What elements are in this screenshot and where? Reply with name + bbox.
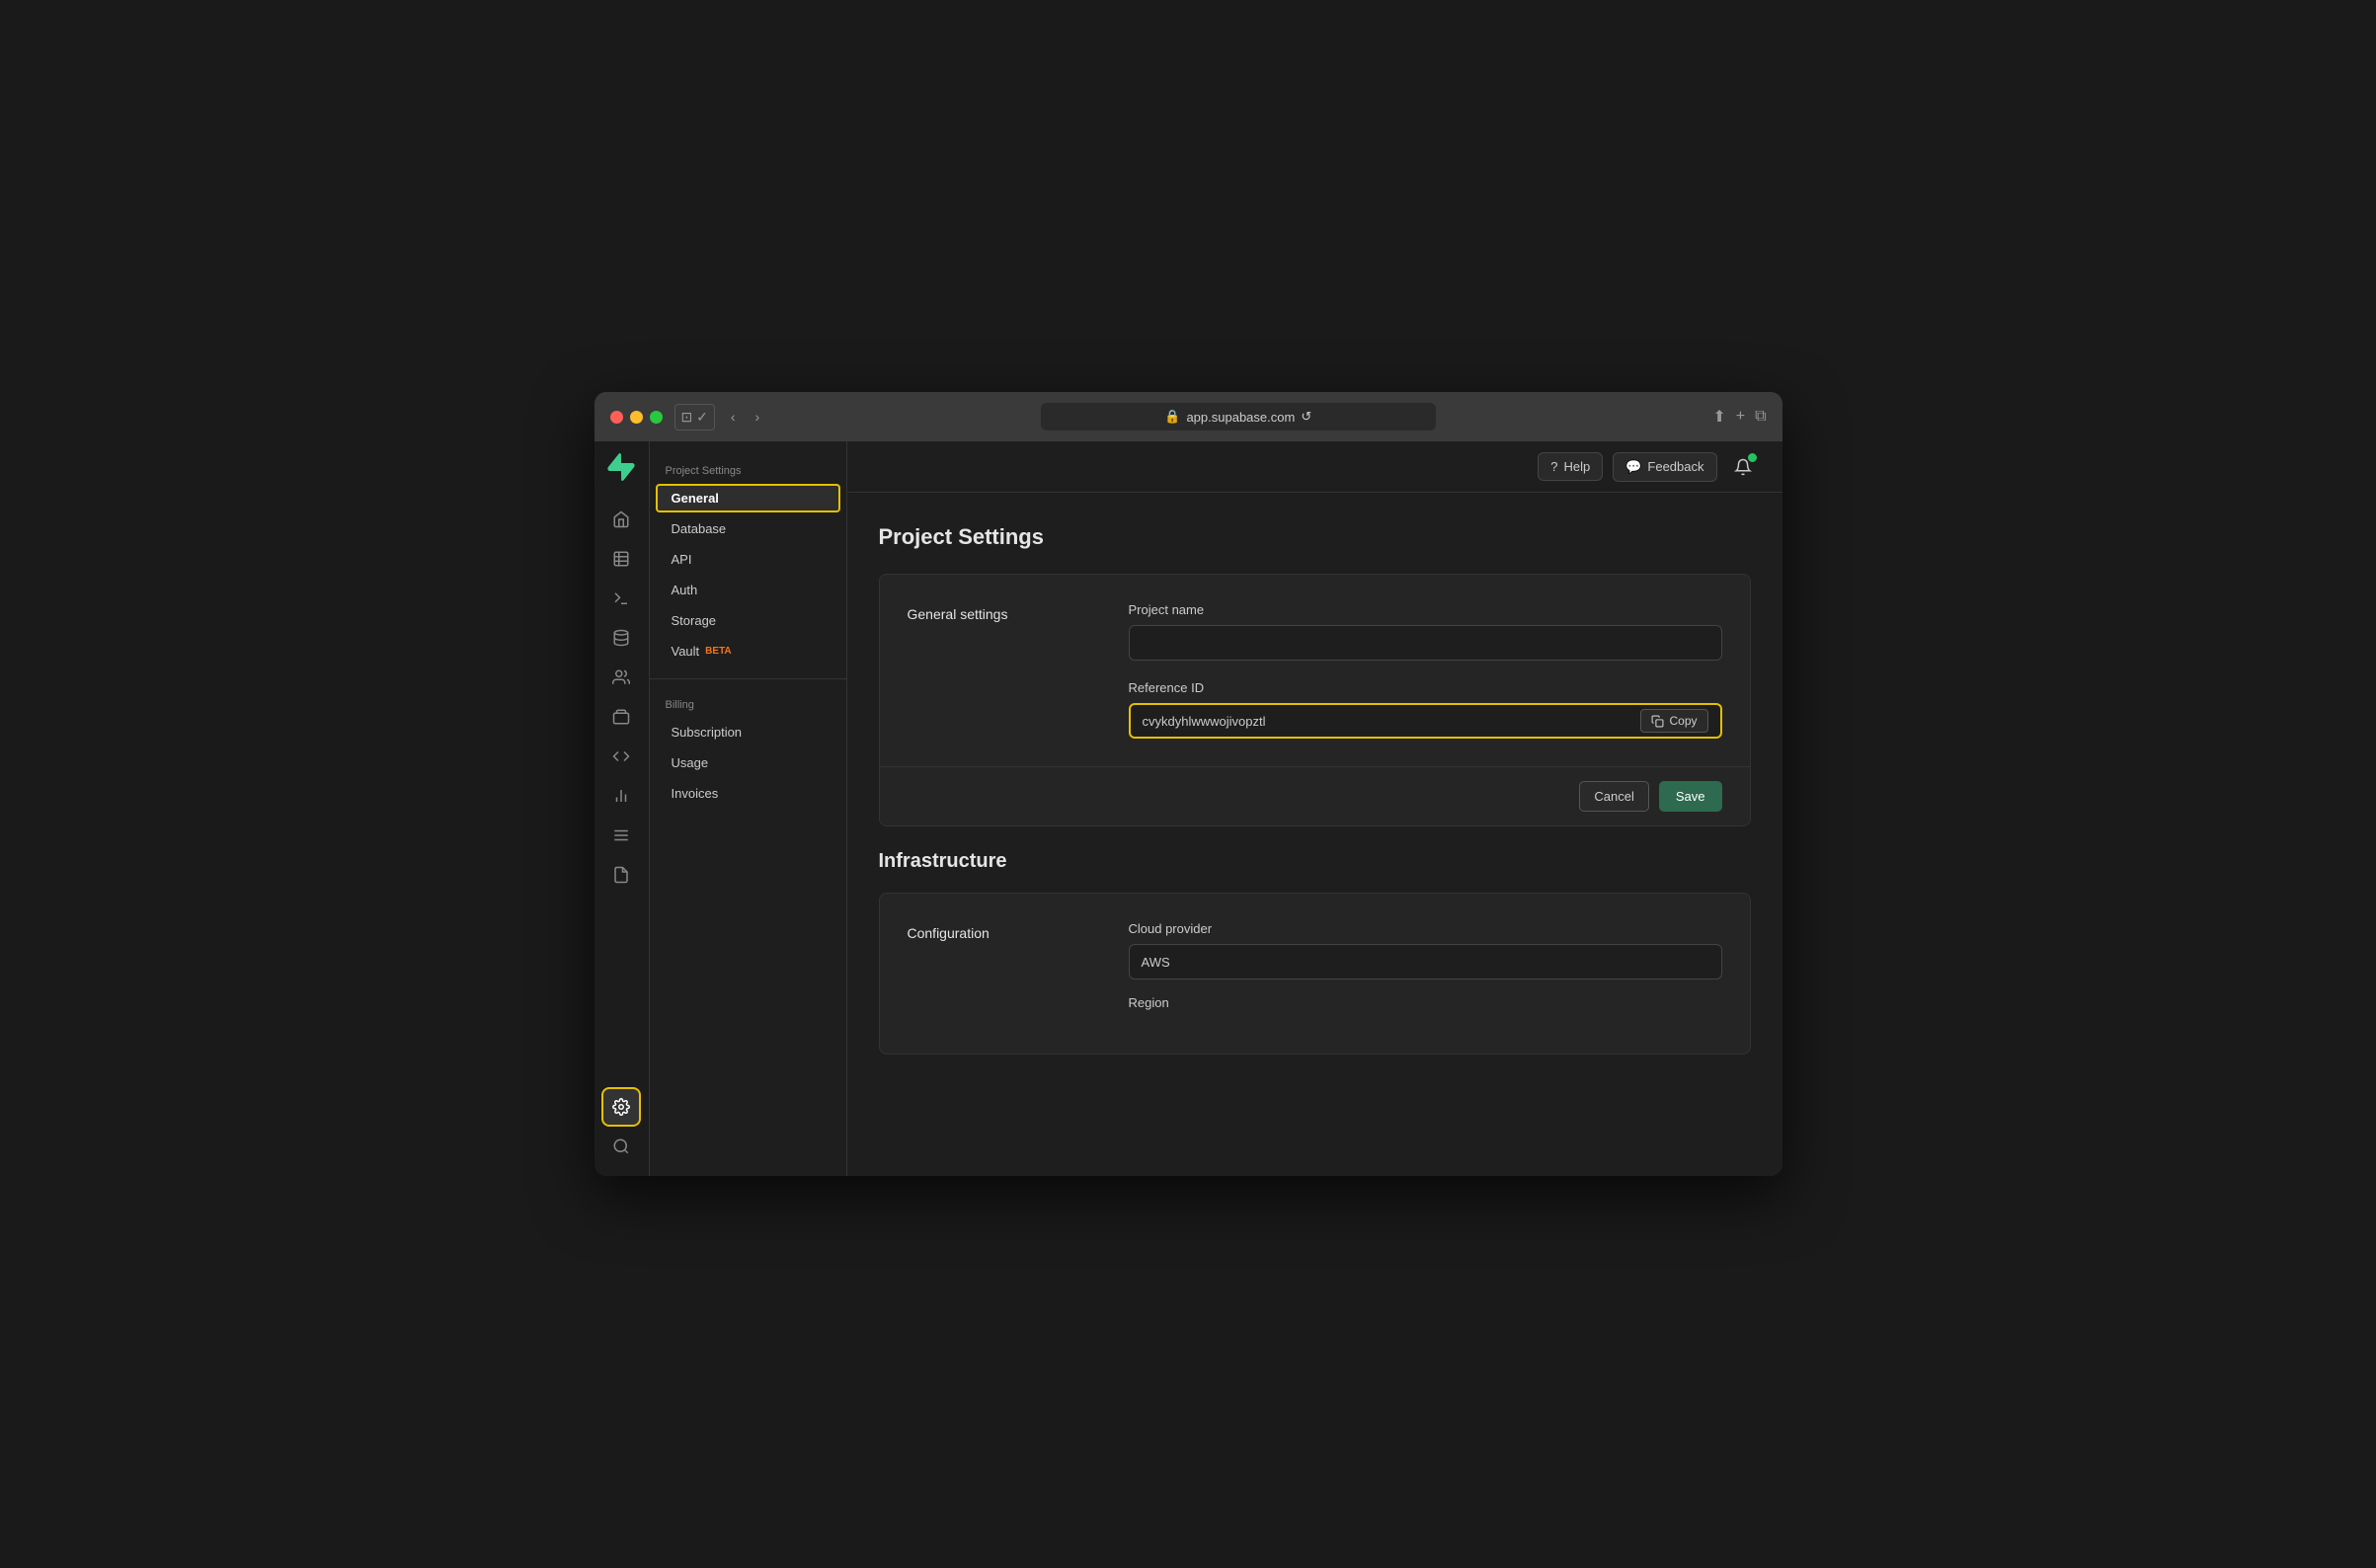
sidebar-toggle-button[interactable]: ⊡ ✓ bbox=[674, 404, 715, 431]
project-name-field-group: Project name bbox=[1129, 602, 1722, 661]
sidebar-item-storage[interactable] bbox=[603, 699, 639, 735]
general-settings-label: General settings bbox=[908, 602, 1105, 739]
sidebar-item-table-editor[interactable] bbox=[603, 541, 639, 577]
billing-section-title: Billing bbox=[650, 691, 846, 717]
minimize-button[interactable] bbox=[630, 411, 643, 424]
supabase-logo[interactable] bbox=[607, 453, 635, 486]
configuration-label: Configuration bbox=[908, 921, 1105, 1026]
sidebar-item-auth[interactable] bbox=[603, 660, 639, 695]
reference-id-container: cvykdyhlwwwojivopztl Copy bbox=[1129, 703, 1722, 739]
nav-item-invoices[interactable]: Invoices bbox=[656, 779, 840, 808]
sidebar-item-database[interactable] bbox=[603, 620, 639, 656]
save-button[interactable]: Save bbox=[1659, 781, 1722, 812]
main-content: ? Help 💬 Feedback Project Settings bbox=[847, 441, 1782, 1176]
refresh-icon[interactable]: ↺ bbox=[1301, 409, 1311, 425]
sidebar-item-edge-functions[interactable] bbox=[603, 739, 639, 774]
nav-item-storage[interactable]: Storage bbox=[656, 606, 840, 635]
browser-actions: ⬆ + ⧉ bbox=[1712, 407, 1766, 427]
region-field: Region bbox=[1129, 995, 1722, 1010]
nav-item-auth[interactable]: Auth bbox=[656, 576, 840, 604]
nav-item-subscription[interactable]: Subscription bbox=[656, 718, 840, 746]
general-settings-fields: Project name Reference ID cvykdyhlwwwoji… bbox=[1129, 602, 1722, 739]
nav-item-general[interactable]: General bbox=[656, 484, 840, 512]
vault-beta-badge: BETA bbox=[705, 646, 731, 657]
close-button[interactable] bbox=[610, 411, 623, 424]
nav-item-usage[interactable]: Usage bbox=[656, 748, 840, 777]
page-title: Project Settings bbox=[879, 524, 1751, 550]
sidebar-item-sql[interactable] bbox=[603, 857, 639, 893]
notification-button[interactable] bbox=[1727, 451, 1759, 483]
project-name-label: Project name bbox=[1129, 602, 1722, 617]
address-bar[interactable]: 🔒 app.supabase.com ↺ bbox=[1041, 403, 1436, 431]
nav-item-api[interactable]: API bbox=[656, 545, 840, 574]
help-button[interactable]: ? Help bbox=[1538, 452, 1603, 481]
lock-icon: 🔒 bbox=[1164, 409, 1180, 425]
copy-reference-id-button[interactable]: Copy bbox=[1640, 709, 1707, 733]
reference-id-label: Reference ID bbox=[1129, 680, 1722, 695]
back-button[interactable]: ‹ bbox=[727, 405, 740, 429]
nav-divider bbox=[650, 678, 846, 679]
project-name-input[interactable] bbox=[1129, 625, 1722, 661]
sidebar-item-logs[interactable] bbox=[603, 818, 639, 853]
cloud-provider-label: Cloud provider bbox=[1129, 921, 1722, 936]
url-text: app.supabase.com bbox=[1186, 410, 1295, 425]
chat-icon: 💬 bbox=[1625, 459, 1641, 475]
maximize-button[interactable] bbox=[650, 411, 663, 424]
left-nav: Project Settings General Database API Au… bbox=[650, 441, 847, 1176]
reference-id-field-group: Reference ID cvykdyhlwwwojivopztl Copy bbox=[1129, 680, 1722, 739]
content-area: Project Settings General settings Projec… bbox=[847, 493, 1782, 1176]
general-settings-card: General settings Project name Reference … bbox=[879, 574, 1751, 826]
icon-sidebar bbox=[594, 441, 650, 1176]
reference-id-value: cvykdyhlwwwojivopztl bbox=[1143, 714, 1266, 729]
sidebar-item-settings[interactable] bbox=[603, 1089, 639, 1125]
infrastructure-title: Infrastructure bbox=[879, 850, 1751, 873]
copy-icon bbox=[1651, 715, 1664, 728]
new-tab-button[interactable]: + bbox=[1736, 408, 1745, 426]
general-settings-card-footer: Cancel Save bbox=[880, 766, 1750, 825]
cloud-provider-field: Cloud provider AWS bbox=[1129, 921, 1722, 980]
nav-item-database[interactable]: Database bbox=[656, 514, 840, 543]
feedback-button[interactable]: 💬 Feedback bbox=[1613, 452, 1716, 482]
cloud-provider-value: AWS bbox=[1129, 944, 1722, 980]
infrastructure-fields: Cloud provider AWS Region bbox=[1129, 921, 1722, 1026]
region-label: Region bbox=[1129, 995, 1722, 1010]
forward-button[interactable]: › bbox=[752, 405, 764, 429]
sidebar-item-reports[interactable] bbox=[603, 778, 639, 814]
sidebar-item-search[interactable] bbox=[603, 1129, 639, 1164]
share-button[interactable]: ⬆ bbox=[1712, 407, 1725, 427]
browser-chrome: ⊡ ✓ ‹ › 🔒 app.supabase.com ↺ ⬆ + ⧉ bbox=[594, 392, 1782, 441]
sidebar-item-home[interactable] bbox=[603, 502, 639, 537]
notification-dot bbox=[1748, 453, 1757, 462]
nav-item-vault[interactable]: Vault BETA bbox=[656, 637, 840, 666]
cancel-button[interactable]: Cancel bbox=[1579, 781, 1648, 812]
help-icon: ? bbox=[1550, 459, 1557, 474]
project-settings-section-title: Project Settings bbox=[650, 457, 846, 483]
infrastructure-card: Configuration Cloud provider AWS Region bbox=[879, 893, 1751, 1055]
traffic-lights bbox=[610, 411, 663, 424]
tabs-button[interactable]: ⧉ bbox=[1755, 408, 1766, 426]
sidebar-item-sql-editor[interactable] bbox=[603, 581, 639, 616]
top-bar: ? Help 💬 Feedback bbox=[847, 441, 1782, 493]
